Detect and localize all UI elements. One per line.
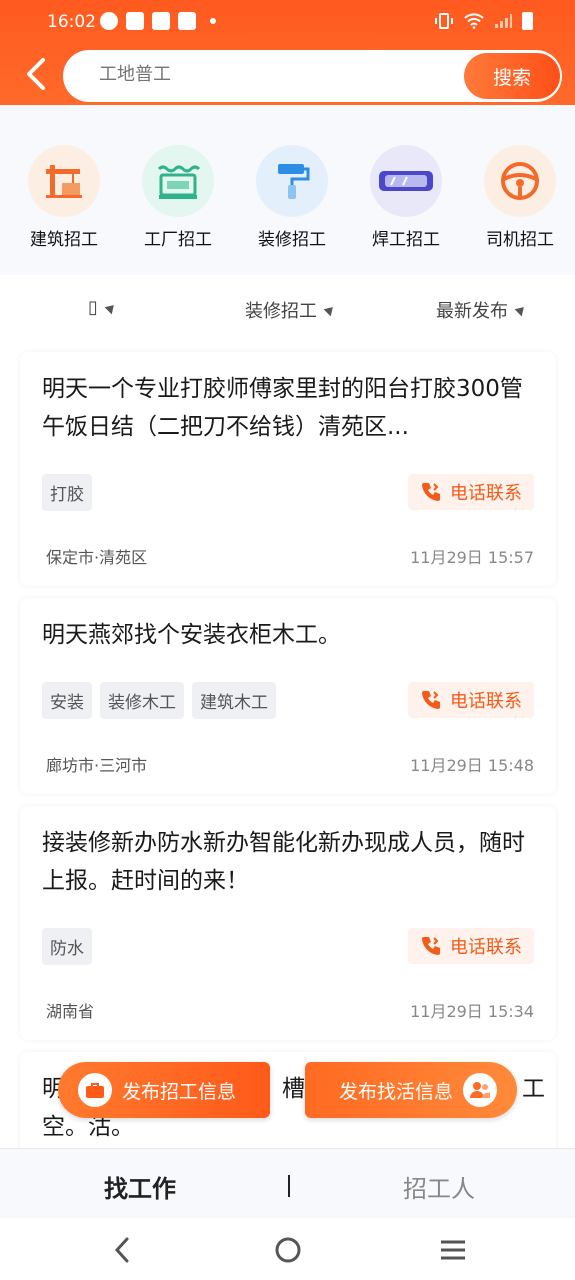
vibrate-icon bbox=[435, 13, 453, 29]
post-findwork-button[interactable]: 发布找活信息 bbox=[305, 1062, 517, 1118]
call-button[interactable]: 电话联系 bbox=[408, 474, 534, 510]
welding-goggles-icon bbox=[370, 145, 442, 217]
job-tags: 防水 bbox=[42, 928, 92, 965]
phone-icon bbox=[422, 937, 440, 955]
sort-filter[interactable]: 最新发布 bbox=[436, 297, 528, 323]
category-factory[interactable]: 工厂招工 bbox=[128, 145, 228, 250]
category-row: 建筑招工 工厂招工 装修招工 焊工招工 司机招工 bbox=[0, 105, 575, 275]
shopping-bag-icon bbox=[152, 12, 170, 30]
category-label: 建筑招工 bbox=[30, 230, 98, 250]
region-filter-label: ▯ bbox=[88, 297, 98, 318]
call-button-label: 电话联系 bbox=[450, 483, 522, 504]
search-bar[interactable]: 搜索 bbox=[63, 50, 562, 102]
steering-wheel-icon bbox=[484, 145, 556, 217]
more-notifications-dot bbox=[210, 18, 216, 24]
job-title: 明天一个专业打胶师傅家里封的阳台打胶300管午饭日结（二把刀不给钱）清苑区... bbox=[42, 376, 523, 440]
category-label: 工厂招工 bbox=[144, 230, 212, 250]
job-tags: 安装 装修木工 建筑木工 bbox=[42, 682, 276, 719]
job-tag: 防水 bbox=[42, 928, 92, 965]
status-time: 16:02 bbox=[47, 12, 96, 32]
phone-icon bbox=[422, 483, 440, 501]
job-title-fragment: 工 bbox=[522, 1076, 545, 1102]
job-tags: 打胶 bbox=[42, 474, 92, 511]
paint-roller-icon bbox=[256, 145, 328, 217]
phone-icon bbox=[422, 691, 440, 709]
category-driver[interactable]: 司机招工 bbox=[470, 145, 570, 250]
category-label: 司机招工 bbox=[486, 230, 554, 250]
job-location: 保定市·清苑区 bbox=[46, 548, 148, 567]
job-time: 11月29日 15:48 bbox=[410, 756, 534, 775]
search-input[interactable] bbox=[99, 64, 439, 85]
notification-icon bbox=[100, 12, 118, 30]
dropdown-arrow-icon bbox=[323, 303, 337, 317]
nav-recents-button[interactable] bbox=[435, 1232, 471, 1268]
nav-home-button[interactable] bbox=[270, 1232, 306, 1268]
job-card[interactable]: 接装修新办防水新办智能化新办现成人员，随时上报。赶时间的来！ 防水 电话联系 湖… bbox=[20, 806, 556, 1040]
wifi-icon bbox=[464, 13, 484, 29]
job-card[interactable]: 明天一个专业打胶师傅家里封的阳台打胶300管午饭日结（二把刀不给钱）清苑区...… bbox=[20, 352, 556, 586]
chevron-left-icon bbox=[27, 58, 45, 90]
post-recruit-label: 发布招工信息 bbox=[122, 1080, 237, 1103]
app-header: 16:02 搜索 bbox=[0, 0, 575, 105]
call-button[interactable]: 电话联系 bbox=[408, 928, 534, 964]
job-title: 接装修新办防水新办智能化新办现成人员，随时上报。赶时间的来！ bbox=[42, 830, 525, 894]
region-filter[interactable]: ▯ bbox=[88, 297, 118, 318]
sort-filter-label: 最新发布 bbox=[436, 301, 508, 322]
category-construction[interactable]: 建筑招工 bbox=[14, 145, 114, 250]
chevron-left-icon bbox=[114, 1237, 129, 1263]
job-time: 11月29日 15:34 bbox=[410, 1002, 534, 1021]
category-decoration[interactable]: 装修招工 bbox=[242, 145, 342, 250]
job-tag: 打胶 bbox=[42, 474, 92, 511]
category-filter-label: 装修招工 bbox=[245, 301, 317, 322]
search-button[interactable]: 搜索 bbox=[464, 53, 560, 99]
job-location: 廊坊市·三河市 bbox=[46, 756, 148, 775]
menu-icon bbox=[441, 1240, 465, 1260]
battery-icon bbox=[522, 12, 533, 30]
status-bar: 16:02 bbox=[0, 0, 575, 46]
bottom-tab-bar: 找工作 招工人 bbox=[0, 1148, 575, 1218]
tab-find-work[interactable]: 找工作 bbox=[104, 1169, 176, 1204]
call-button[interactable]: 电话联系 bbox=[408, 682, 534, 718]
call-button-label: 电话联系 bbox=[450, 691, 522, 712]
tab-recruit[interactable]: 招工人 bbox=[403, 1169, 475, 1204]
job-title: 明天燕郊找个安装衣柜木工。 bbox=[42, 622, 341, 648]
post-findwork-label: 发布找活信息 bbox=[339, 1080, 454, 1103]
shopping-bag-icon bbox=[126, 12, 144, 30]
dropdown-arrow-icon bbox=[104, 301, 118, 314]
home-circle-icon bbox=[275, 1237, 301, 1263]
category-welding[interactable]: 焊工招工 bbox=[356, 145, 456, 250]
post-recruit-button[interactable]: 发布招工信息 bbox=[58, 1062, 270, 1118]
signal-icon bbox=[495, 14, 512, 28]
shopping-bag-icon bbox=[178, 12, 196, 30]
system-nav-bar bbox=[0, 1218, 575, 1280]
filter-bar: ▯ 装修招工 最新发布 bbox=[0, 285, 575, 335]
category-label: 焊工招工 bbox=[372, 230, 440, 250]
job-time: 11月29日 15:57 bbox=[410, 548, 534, 567]
dropdown-arrow-icon bbox=[514, 303, 528, 317]
category-filter[interactable]: 装修招工 bbox=[245, 297, 337, 323]
tab-divider bbox=[288, 1175, 290, 1197]
back-button[interactable] bbox=[18, 56, 54, 92]
briefcase-icon bbox=[78, 1073, 112, 1107]
category-label: 装修招工 bbox=[258, 230, 326, 250]
factory-icon bbox=[142, 145, 214, 217]
job-tag: 安装 bbox=[42, 682, 92, 719]
nav-back-button[interactable] bbox=[104, 1232, 140, 1268]
call-button-label: 电话联系 bbox=[450, 937, 522, 958]
job-tag: 建筑木工 bbox=[192, 682, 276, 719]
job-card[interactable]: 明天燕郊找个安装衣柜木工。 安装 装修木工 建筑木工 电话联系 廊坊市·三河市 … bbox=[20, 598, 556, 794]
job-tag: 装修木工 bbox=[100, 682, 184, 719]
people-icon bbox=[463, 1073, 498, 1107]
job-location: 湖南省 bbox=[46, 1002, 95, 1021]
crane-icon bbox=[28, 145, 100, 217]
